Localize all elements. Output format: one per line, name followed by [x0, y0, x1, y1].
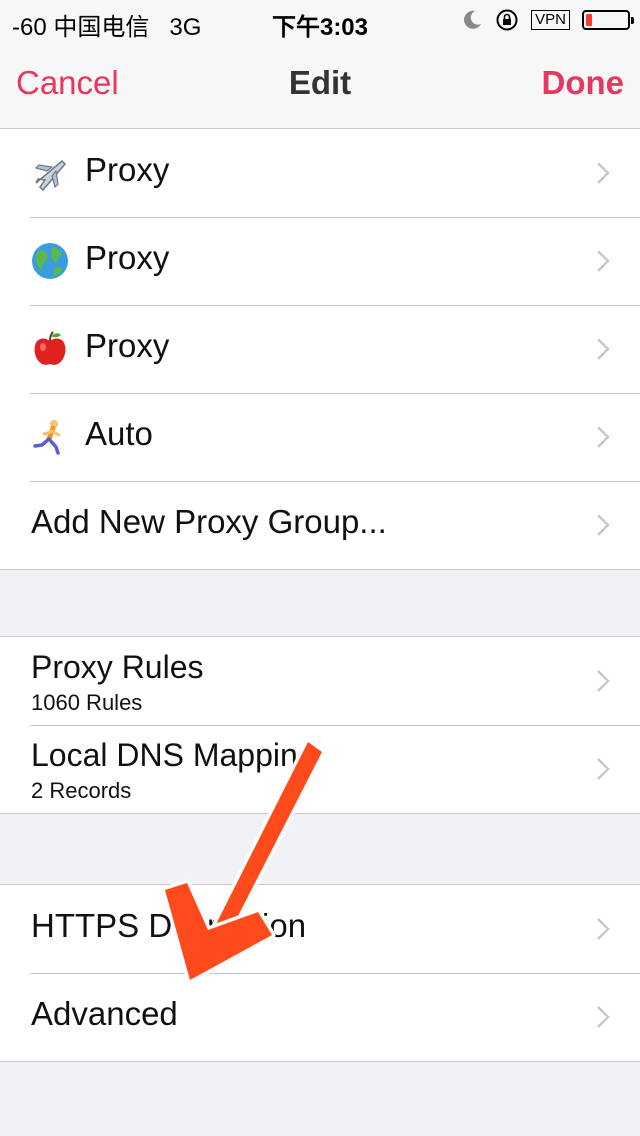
- status-bar: -60 中国电信 3G 下午3:03 VPN: [0, 0, 640, 41]
- chevron-right-icon: [597, 670, 610, 692]
- list-item-title: Proxy Rules: [31, 649, 204, 685]
- chevron-right-icon: [597, 426, 610, 448]
- chevron-right-icon: [597, 1006, 610, 1028]
- rules-list: Proxy Rules 1060 Rules Local DNS Mapping…: [0, 636, 640, 814]
- advanced-item[interactable]: Advanced: [0, 973, 640, 1061]
- moon-icon: [464, 10, 482, 29]
- done-button[interactable]: Done: [542, 64, 625, 102]
- chevron-right-icon: [597, 162, 610, 184]
- local-dns-mapping-item[interactable]: Local DNS Mapping 2 Records: [0, 725, 640, 813]
- list-item[interactable]: Proxy: [0, 305, 640, 393]
- apple-icon: [34, 331, 66, 365]
- vpn-badge: VPN: [531, 10, 570, 30]
- list-item-label: Proxy: [85, 151, 170, 188]
- nav-bar: Cancel Edit Done: [0, 40, 640, 129]
- list-item-label: Add New Proxy Group...: [31, 503, 387, 540]
- battery-level: [586, 14, 592, 26]
- proxy-rules-item[interactable]: Proxy Rules 1060 Rules: [0, 637, 640, 725]
- chevron-right-icon: [597, 250, 610, 272]
- list-item-label: Advanced: [31, 995, 178, 1032]
- list-item-label: Proxy: [85, 239, 170, 276]
- list-item-label: Auto: [85, 415, 153, 452]
- list-item-subtitle: 2 Records: [31, 778, 132, 803]
- list-item-title: Local DNS Mapping: [31, 737, 316, 773]
- airplane-icon: [34, 159, 67, 192]
- battery-icon: [582, 10, 634, 30]
- rotation-lock-icon: [496, 9, 518, 31]
- list-item[interactable]: Auto: [0, 393, 640, 481]
- list-item[interactable]: Proxy: [0, 129, 640, 217]
- list-item[interactable]: Proxy: [0, 217, 640, 305]
- list-item-subtitle: 1060 Rules: [31, 690, 143, 715]
- chevron-right-icon: [597, 514, 610, 536]
- https-decryption-item[interactable]: HTTPS Decryption: [0, 885, 640, 973]
- chevron-right-icon: [597, 338, 610, 360]
- list-item-label: HTTPS Decryption: [31, 907, 307, 944]
- add-proxy-group-button[interactable]: Add New Proxy Group...: [0, 481, 640, 569]
- list-item-label: Proxy: [85, 327, 170, 364]
- chevron-right-icon: [597, 758, 610, 780]
- globe-icon: [32, 243, 68, 279]
- settings-list: HTTPS Decryption Advanced: [0, 884, 640, 1062]
- runner-icon: [33, 420, 61, 455]
- chevron-right-icon: [597, 918, 610, 940]
- proxy-group-list: Proxy Proxy Proxy Auto Add New Proxy Gro…: [0, 128, 640, 570]
